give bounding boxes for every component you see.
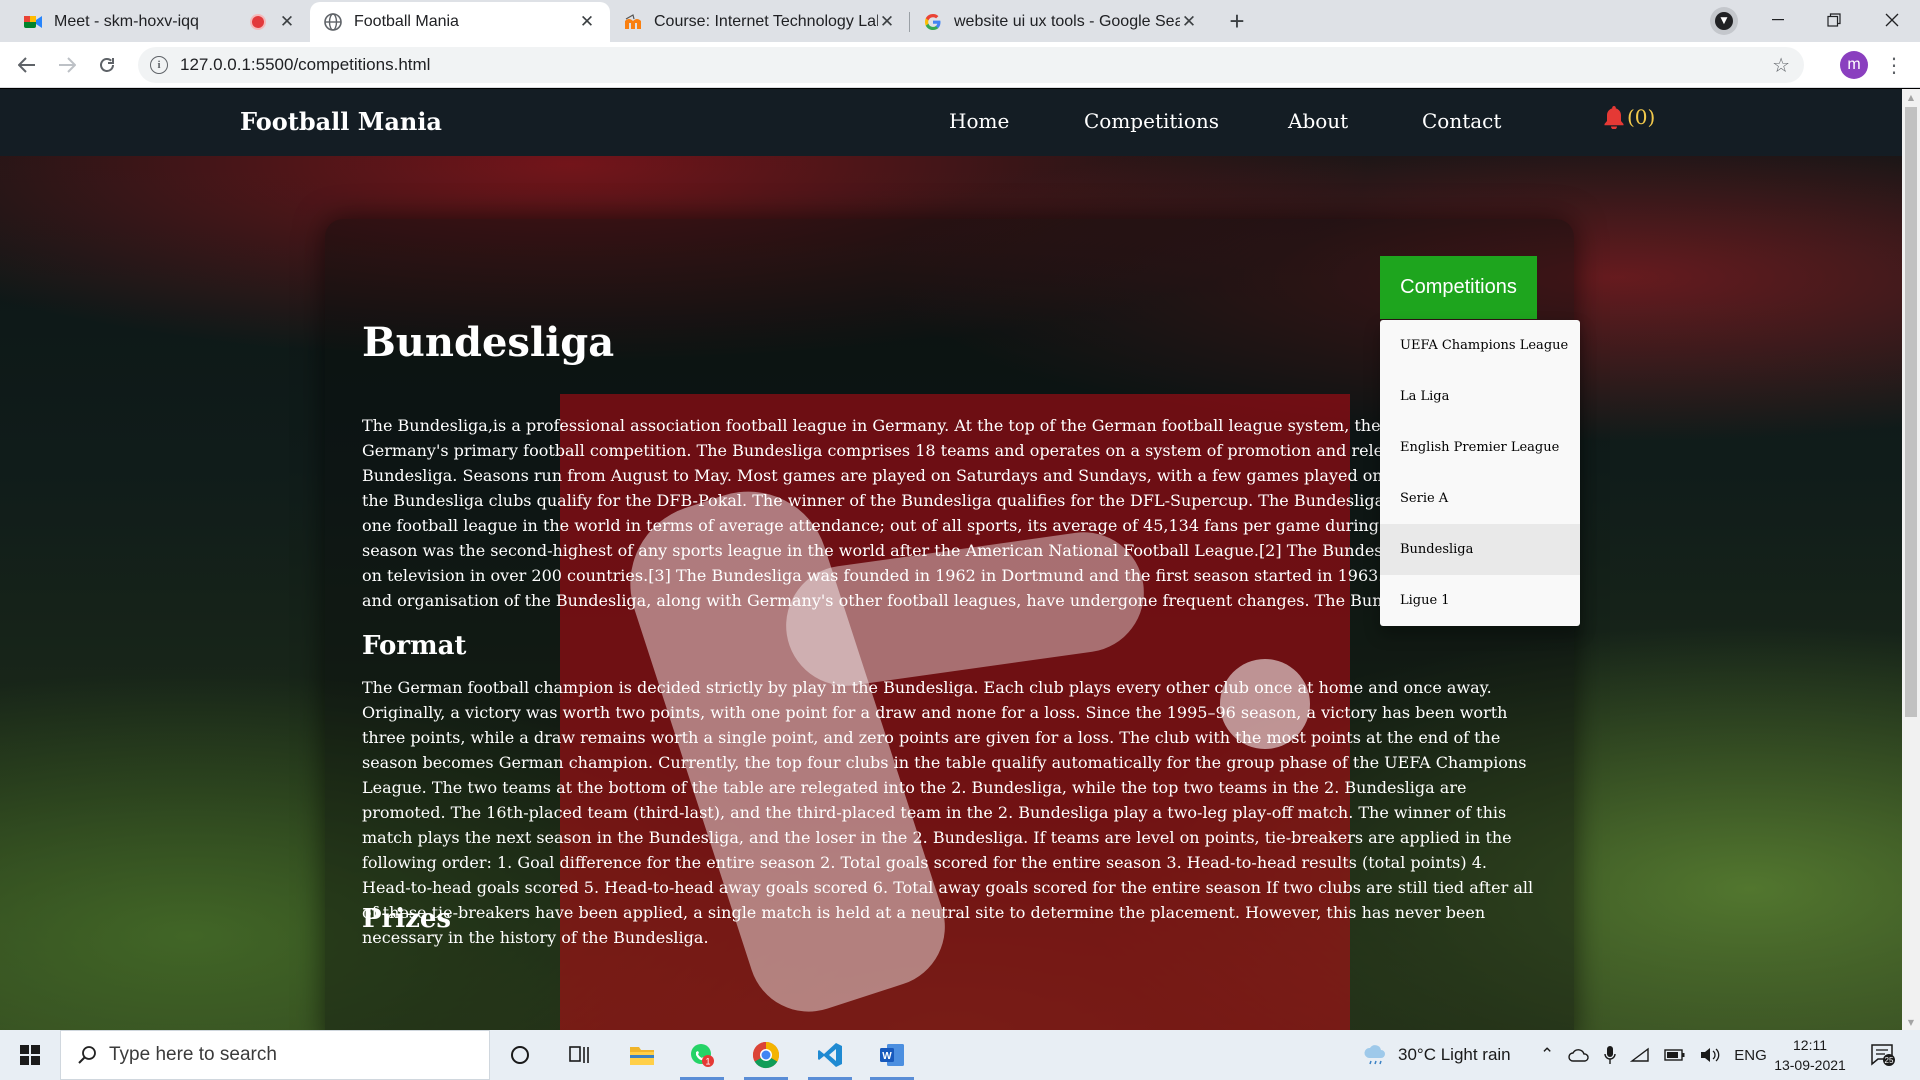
tab-title: Course: Internet Technology Lab (654, 13, 878, 30)
moodle-icon (624, 13, 642, 31)
url-text: 127.0.0.1:5500/competitions.html (180, 55, 431, 74)
dropdown-item-serie-a[interactable]: Serie A (1380, 473, 1580, 524)
site-navbar: Football Mania Home Competitions About C… (0, 89, 1902, 156)
google-meet-icon (24, 13, 42, 31)
taskbar-clock[interactable]: 12:11 13-09-2021 (1770, 1035, 1850, 1075)
language-indicator[interactable]: ENG (1734, 1047, 1767, 1064)
scrollbar-thumb[interactable] (1905, 107, 1917, 717)
whatsapp-icon[interactable]: 1 (672, 1030, 732, 1080)
browser-toolbar: i 127.0.0.1:5500/competitions.html ☆ m ⋮ (0, 42, 1920, 88)
google-icon (924, 13, 942, 31)
restore-button[interactable] (1806, 0, 1862, 40)
close-tab-icon[interactable]: ✕ (278, 12, 296, 31)
site-info-icon[interactable]: i (150, 56, 168, 74)
scroll-up-arrow-icon[interactable]: ▲ (1902, 89, 1920, 105)
article-title: Bundesliga (362, 319, 615, 366)
profile-avatar[interactable]: m (1840, 51, 1868, 79)
dropdown-item-ligue-1[interactable]: Ligue 1 (1380, 575, 1580, 626)
microphone-icon[interactable] (1604, 1045, 1616, 1065)
system-tray: ⌃ ENG (1540, 1030, 1767, 1080)
close-window-button[interactable] (1864, 0, 1920, 40)
windows-logo-icon (20, 1045, 40, 1065)
chevron-down-icon: ▼ (1715, 12, 1733, 30)
notification-badge: 25 (1885, 1056, 1894, 1065)
chrome-icon[interactable] (736, 1030, 796, 1080)
cloud-rain-icon (1364, 1045, 1385, 1065)
page-scrollbar[interactable]: ▲ ▼ (1902, 89, 1920, 1030)
format-heading: Format (362, 631, 467, 661)
close-tab-icon[interactable]: ✕ (878, 12, 896, 31)
dropdown-item-la-liga[interactable]: La Liga (1380, 371, 1580, 422)
wifi-icon[interactable] (1630, 1047, 1650, 1063)
chevron-up-icon[interactable]: ⌃ (1540, 1045, 1554, 1065)
onedrive-cloud-icon[interactable] (1568, 1048, 1590, 1062)
format-text: The German football champion is decided … (362, 678, 1534, 947)
browser-tab-strip: Meet - skm-hoxv-iqq ✕ Football Mania ✕ C… (0, 0, 1920, 42)
bell-icon (1604, 106, 1624, 129)
forward-button[interactable] (52, 50, 82, 80)
site-brand[interactable]: Football Mania (240, 107, 442, 136)
file-explorer-icon[interactable] (612, 1030, 672, 1080)
recording-indicator-icon (252, 16, 264, 28)
dropdown-item-ucl[interactable]: UEFA Champions League (1380, 320, 1580, 371)
notification-count: (0) (1627, 105, 1656, 129)
dropdown-item-bundesliga[interactable]: Bundesliga (1380, 524, 1580, 575)
search-icon (78, 1046, 96, 1064)
tab-title: Meet - skm-hoxv-iqq (54, 13, 199, 30)
bookmark-star-icon[interactable]: ☆ (1772, 53, 1790, 77)
search-placeholder: Type here to search (109, 1044, 277, 1065)
prizes-heading: Prizes (362, 904, 452, 934)
nav-contact[interactable]: Contact (1422, 109, 1501, 133)
tab-football-mania[interactable]: Football Mania ✕ (310, 2, 610, 42)
cortana-icon[interactable] (490, 1030, 550, 1080)
weather-widget[interactable]: 30°C Light rain (1362, 1030, 1511, 1080)
scroll-down-arrow-icon[interactable]: ▼ (1902, 1014, 1920, 1030)
taskbar-search[interactable]: Type here to search (60, 1030, 490, 1080)
nav-competitions[interactable]: Competitions (1084, 109, 1219, 133)
start-button[interactable] (0, 1030, 60, 1080)
svg-text:W: W (882, 1051, 892, 1062)
dropdown-item-epl[interactable]: English Premier League (1380, 422, 1580, 473)
address-bar[interactable]: i 127.0.0.1:5500/competitions.html ☆ (138, 47, 1804, 83)
nav-about[interactable]: About (1288, 109, 1348, 133)
nav-home[interactable]: Home (949, 109, 1009, 133)
competitions-dropdown-menu: UEFA Champions League La Liga English Pr… (1380, 320, 1580, 626)
weather-text: 30°C Light rain (1398, 1045, 1511, 1064)
close-tab-icon[interactable]: ✕ (1180, 12, 1198, 31)
tab-title: website ui ux tools - Google Sear (954, 13, 1180, 30)
battery-icon[interactable] (1664, 1048, 1686, 1062)
article-intro: The Bundesliga,is a professional associa… (362, 416, 1527, 610)
new-tab-button[interactable]: + (1222, 6, 1252, 36)
action-center-button[interactable]: 25 (1868, 1040, 1898, 1070)
browser-menu-icon[interactable]: ⋮ (1884, 50, 1904, 80)
globe-icon (324, 13, 342, 31)
tab-meet[interactable]: Meet - skm-hoxv-iqq ✕ (10, 2, 310, 42)
word-icon[interactable]: W (862, 1030, 922, 1080)
reload-button[interactable] (92, 50, 122, 80)
minimize-button[interactable] (1750, 0, 1806, 40)
clock-time: 12:11 (1793, 1037, 1827, 1053)
tab-search-button[interactable]: ▼ (1710, 7, 1738, 35)
volume-icon[interactable] (1700, 1047, 1720, 1063)
tab-google-search[interactable]: website ui ux tools - Google Sear ✕ (910, 2, 1212, 42)
close-tab-icon[interactable]: ✕ (578, 12, 596, 31)
competitions-dropdown-button[interactable]: Competitions (1380, 256, 1537, 319)
vscode-icon[interactable] (800, 1030, 860, 1080)
whatsapp-badge: 1 (705, 1057, 710, 1067)
notification-icon: 25 (1871, 1044, 1895, 1066)
tab-title: Football Mania (354, 13, 459, 30)
back-button[interactable] (12, 50, 42, 80)
task-view-icon[interactable] (550, 1030, 610, 1080)
clock-date: 13-09-2021 (1774, 1057, 1846, 1073)
notifications[interactable]: (0) (1603, 105, 1655, 129)
tab-course[interactable]: Course: Internet Technology Lab ✕ (610, 2, 910, 42)
web-page: Football Mania Home Competitions About C… (0, 89, 1902, 1030)
windows-taskbar: Type here to search 1 W 30°C Light rain … (0, 1030, 1920, 1080)
